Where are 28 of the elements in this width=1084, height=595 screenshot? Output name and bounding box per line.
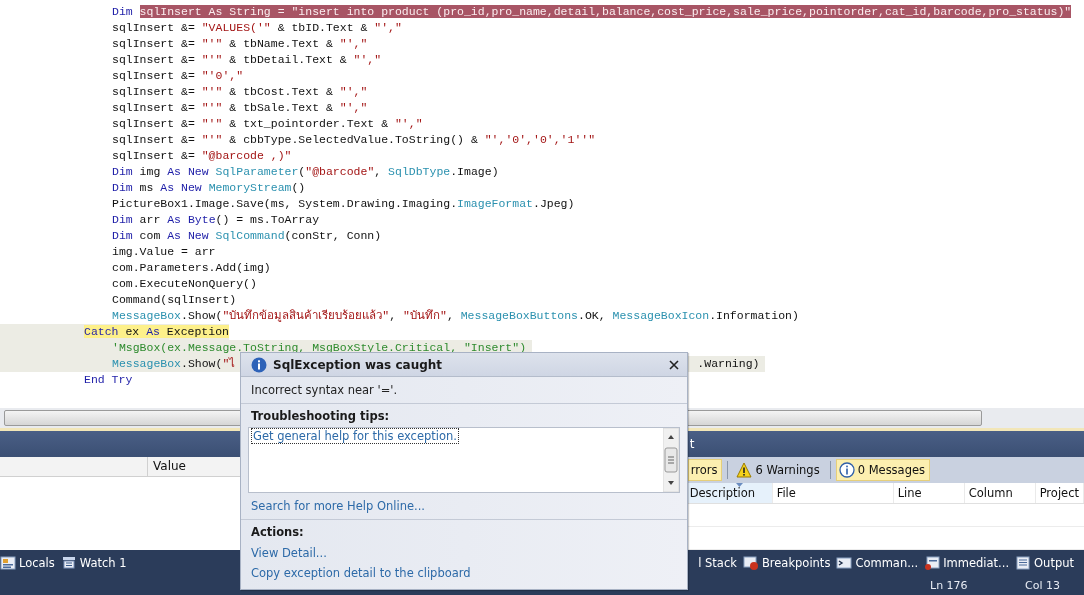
code-line: sqlInsert &= "'" & txt_pointorder.Text & "'," — [111, 116, 423, 132]
error-message: Incorrect syntax near '='. — [241, 377, 687, 404]
line-number: Ln 176 — [930, 579, 968, 592]
code-line: img.Value = arr — [111, 244, 216, 260]
code-line: sqlInsert &= "'" & tbDetail.Text & "'," — [111, 52, 382, 68]
panel-title: t — [688, 437, 695, 451]
code-line: Dim arr As Byte() = ms.ToArray — [111, 212, 320, 228]
code-line: com.Parameters.Add(img) — [111, 260, 271, 276]
code-line: sqlInsert &= "'0'," — [111, 68, 244, 84]
code-line: Dim sqlInsert As String = "insert into product (pro_id,pro_name,detail,balance,cost_price,sale_price,pointorder,cat_id,barcode,pro_status)" — [111, 4, 1072, 20]
section-heading: Troubleshooting tips: — [251, 409, 390, 423]
code-line: sqlInsert &= "'" & tbCost.Text & "'," — [111, 84, 368, 100]
code-line: sqlInsert &= "'" & tbSale.Text & "'," — [111, 100, 368, 116]
code-line: Command(sqlInsert) — [111, 292, 237, 308]
code-line: Dim img As New SqlParameter("@barcode", SqlDbType.Image) — [111, 164, 499, 180]
code-line: sqlInsert &= "'" & cbbType.SelectedValue.ToString() & "','0','0','1''" — [111, 132, 596, 148]
code-line: sqlInsert &= "'" & tbName.Text & "'," — [111, 36, 368, 52]
code-line: Dim ms As New MemoryStream() — [111, 180, 306, 196]
code-line: com.ExecuteNonQuery() — [111, 276, 257, 292]
code-line: Dim com As New SqlCommand(conStr, Conn) — [111, 228, 382, 244]
code-line: End Try — [83, 372, 133, 388]
code-line: PictureBox1.Image.Save(ms, System.Drawing.Imaging.ImageFormat.Jpeg) — [111, 196, 575, 212]
code-line: MessageBox.Show("บันทึกข้อมูลสินค้าเรียบร้อยแล้ว", "บันทึก", MessageBoxButtons.OK, MessageBoxIcon.Information) — [111, 308, 799, 324]
section-heading: Actions: — [251, 525, 304, 539]
popup-title: SqlException was caught — [273, 357, 444, 372]
column-number: Col 13 — [1025, 579, 1060, 592]
code-line: sqlInsert &= "@barcode ,)" — [111, 148, 292, 164]
code-line: sqlInsert &= "VALUES('" & tbID.Text & "'," — [111, 20, 402, 36]
